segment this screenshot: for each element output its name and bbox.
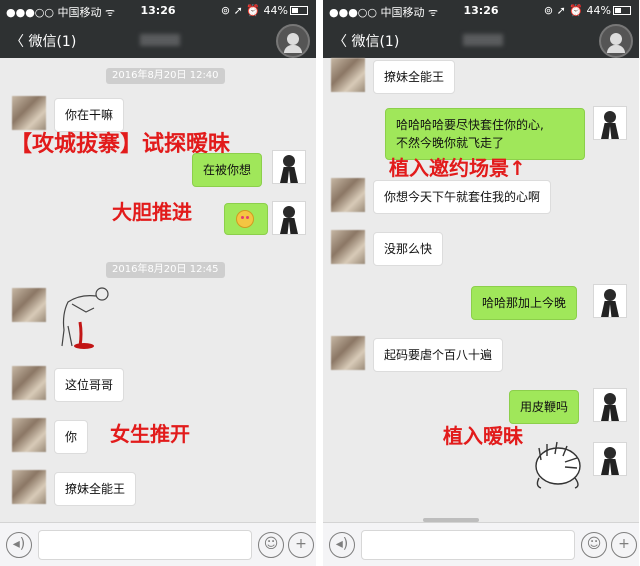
contact-avatar[interactable]: [331, 178, 365, 212]
profile-icon[interactable]: [276, 24, 310, 58]
message-incoming: 起码要虐个百八十遍: [373, 338, 504, 372]
timestamp: 2016年8月20日 12:40: [106, 68, 225, 84]
chat-screen-right: ●●●○○ 中国移动 ᯤ 13:26 ⊚ ➚ ⏰ 44% 〈 微信(1) 撩妹全…: [323, 0, 639, 566]
message-line: 不然今晚你就飞走了: [396, 136, 505, 150]
emoji-icon[interactable]: ☺: [258, 532, 284, 558]
chat-screen-left: ●●●○○ 中国移动 ᯤ 13:26 ⊚ ➚ ⏰ 44% 〈 微信(1) 201…: [0, 0, 316, 566]
user-avatar[interactable]: [593, 388, 627, 422]
message-outgoing-emoji: [224, 203, 268, 235]
battery-label: ⊚ ➚ ⏰ 44%: [220, 4, 288, 17]
battery-icon: [613, 6, 631, 15]
contact-avatar[interactable]: [12, 470, 46, 504]
blush-emoji-icon: [236, 210, 254, 228]
user-avatar[interactable]: [272, 201, 306, 235]
back-button[interactable]: 〈 微信(1): [333, 31, 399, 51]
user-avatar[interactable]: [593, 442, 627, 476]
contact-avatar[interactable]: [12, 288, 46, 322]
sticker-cover-face-icon: [535, 441, 581, 489]
contact-avatar[interactable]: [331, 58, 365, 92]
message-incoming: 撩妹全能王: [54, 472, 137, 506]
message-input[interactable]: [38, 530, 252, 560]
user-avatar[interactable]: [593, 106, 627, 140]
message-incoming: 你想今天下午就套住我的心啊: [373, 180, 552, 214]
contact-avatar[interactable]: [12, 366, 46, 400]
user-avatar[interactable]: [272, 150, 306, 184]
status-bar: ●●●○○ 中国移动 ᯤ 13:26 ⊚ ➚ ⏰ 44%: [0, 0, 316, 22]
add-icon[interactable]: +: [611, 532, 637, 558]
message-outgoing: 在被你想: [192, 153, 263, 187]
emoji-icon[interactable]: ☺: [581, 532, 607, 558]
message-outgoing: 用皮鞭吗: [509, 390, 580, 424]
message-outgoing: 哈哈那加上今晚: [471, 286, 578, 320]
contact-avatar[interactable]: [12, 418, 46, 452]
message-incoming: 你: [54, 420, 89, 454]
annotation-overlay: 大胆推进: [112, 200, 192, 224]
nav-bar: 〈 微信(1): [323, 22, 639, 58]
voice-icon[interactable]: ◂): [6, 532, 32, 558]
contact-name-blurred: [463, 34, 503, 46]
timestamp: 2016年8月20日 12:45: [106, 262, 225, 278]
message-line: 哈哈哈哈要尽快套住你的心,: [396, 118, 544, 132]
sticker-figure-bowing-icon: [61, 287, 109, 349]
contact-name-blurred: [140, 34, 180, 46]
user-avatar[interactable]: [593, 284, 627, 318]
input-bar: ◂) ☺ +: [323, 522, 639, 566]
annotation-overlay: 植入暧昧: [443, 424, 523, 448]
annotation-overlay: 女生推开: [110, 422, 190, 446]
profile-icon[interactable]: [599, 24, 633, 58]
battery-indicator: ⊚ ➚ ⏰ 44%: [544, 4, 631, 17]
battery-label: ⊚ ➚ ⏰ 44%: [543, 4, 611, 17]
battery-icon: [290, 6, 308, 15]
input-bar: ◂) ☺ +: [0, 522, 316, 566]
back-button[interactable]: 〈 微信(1): [10, 31, 76, 51]
nav-bar: 〈 微信(1): [0, 22, 316, 58]
annotation-overlay: 植入邀约场景↑: [389, 156, 526, 180]
contact-avatar[interactable]: [331, 230, 365, 264]
message-incoming: 撩妹全能王: [373, 60, 456, 94]
status-bar: ●●●○○ 中国移动 ᯤ 13:26 ⊚ ➚ ⏰ 44%: [323, 0, 639, 22]
voice-icon[interactable]: ◂): [329, 532, 355, 558]
message-incoming: 这位哥哥: [54, 368, 125, 402]
message-input[interactable]: [361, 530, 575, 560]
contact-avatar[interactable]: [331, 336, 365, 370]
message-incoming: 没那么快: [373, 232, 444, 266]
contact-avatar[interactable]: [12, 96, 46, 130]
add-icon[interactable]: +: [288, 532, 314, 558]
battery-indicator: ⊚ ➚ ⏰ 44%: [221, 4, 308, 17]
